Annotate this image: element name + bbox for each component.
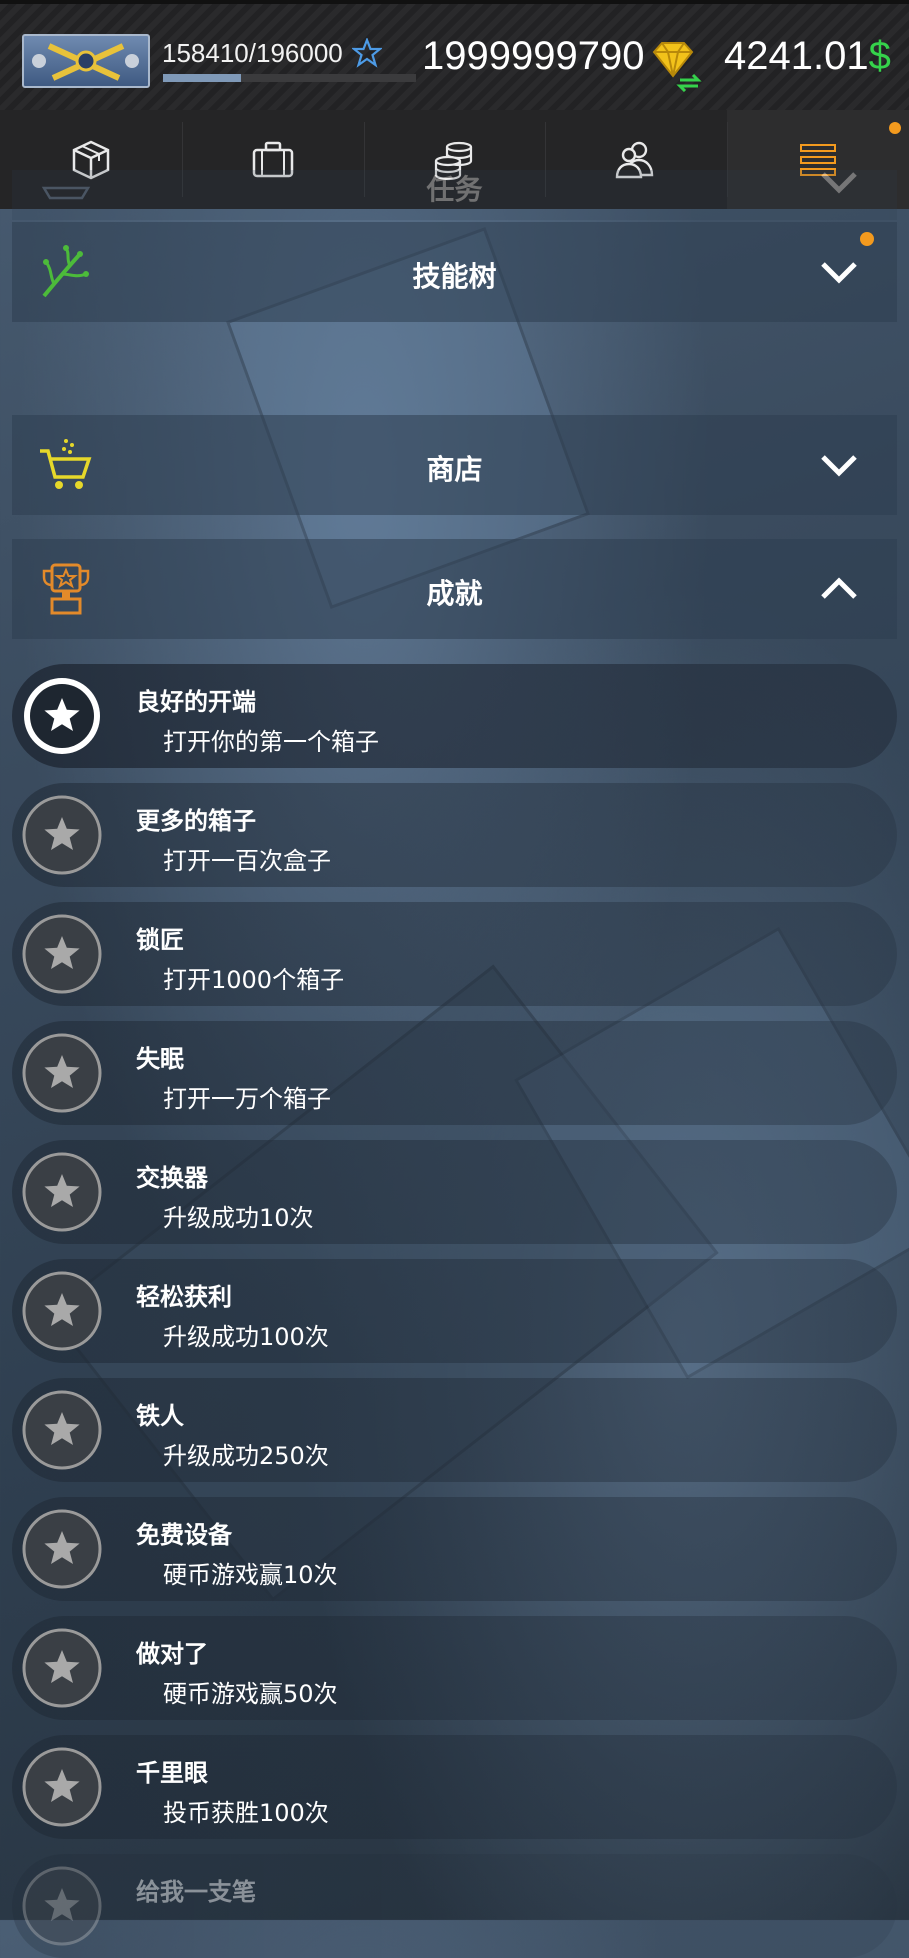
achievement-description: 打开1000个箱子 bbox=[163, 966, 345, 994]
status-bar: 158410/196000 1999999790 4241.01$ bbox=[0, 0, 909, 116]
achievement-title: 铁人 bbox=[136, 1402, 184, 1430]
star-badge-icon bbox=[22, 795, 102, 875]
diamond-balance: 1999999790 bbox=[422, 34, 645, 78]
star-badge-icon bbox=[22, 1390, 102, 1470]
chevron-down-icon bbox=[821, 172, 857, 194]
achievement-title: 轻松获利 bbox=[136, 1283, 232, 1311]
achievement-title: 失眠 bbox=[136, 1045, 184, 1073]
star-icon bbox=[352, 38, 382, 68]
achievement-description: 硬币游戏赢10次 bbox=[163, 1561, 338, 1589]
achievement-title: 给我一支笔 bbox=[136, 1878, 256, 1906]
chevron-down-icon bbox=[821, 262, 857, 284]
star-badge-icon bbox=[22, 1033, 102, 1113]
dollar-icon: $ bbox=[868, 34, 891, 78]
achievement-description: 投币获胜100次 bbox=[163, 1799, 329, 1827]
section-skill-tree[interactable]: 技能树 bbox=[12, 222, 897, 322]
achievement-row[interactable]: 轻松获利升级成功100次 bbox=[12, 1259, 897, 1363]
achievement-title: 锁匠 bbox=[136, 926, 184, 954]
achievement-row[interactable]: 铁人升级成功250次 bbox=[12, 1378, 897, 1482]
achievement-row[interactable]: 锁匠打开1000个箱子 bbox=[12, 902, 897, 1006]
achievement-title: 千里眼 bbox=[136, 1759, 208, 1787]
achievement-title: 免费设备 bbox=[136, 1521, 232, 1549]
notification-dot bbox=[888, 122, 901, 134]
achievement-description: 打开你的第一个箱子 bbox=[163, 728, 379, 756]
achievement-row[interactable]: 更多的箱子打开一百次盒子 bbox=[12, 783, 897, 887]
achievement-row[interactable]: 交换器升级成功10次 bbox=[12, 1140, 897, 1244]
chevron-up-icon bbox=[821, 577, 857, 599]
star-badge-icon bbox=[22, 1747, 102, 1827]
section-missions[interactable]: 任务 bbox=[12, 170, 897, 220]
achievement-row[interactable]: 做对了硬币游戏赢50次 bbox=[12, 1616, 897, 1720]
achievement-title: 良好的开端 bbox=[136, 688, 256, 716]
achievement-description: 升级成功10次 bbox=[163, 1204, 314, 1232]
achievement-title: 做对了 bbox=[136, 1640, 208, 1668]
star-badge-icon bbox=[24, 678, 100, 754]
star-badge-icon bbox=[22, 1628, 102, 1708]
achievement-description: 硬币游戏赢50次 bbox=[163, 1680, 338, 1708]
star-badge-icon bbox=[22, 1866, 102, 1946]
cash-balance: 4241.01$ bbox=[724, 34, 891, 79]
achievement-description: 打开一万个箱子 bbox=[163, 1085, 331, 1113]
section-achievements[interactable]: 成就 bbox=[12, 539, 897, 639]
star-badge-icon bbox=[22, 1509, 102, 1589]
diamond-exchange-icon[interactable] bbox=[646, 40, 704, 92]
section-shop[interactable]: 商店 bbox=[12, 415, 897, 515]
section-title: 成就 bbox=[426, 577, 483, 610]
achievement-title: 交换器 bbox=[136, 1164, 208, 1192]
achievement-description: 升级成功100次 bbox=[163, 1323, 329, 1351]
xp-progress-fill bbox=[163, 74, 242, 82]
section-title: 任务 bbox=[426, 173, 483, 206]
xp-progress-bar bbox=[163, 74, 416, 82]
achievement-row[interactable]: 失眠打开一万个箱子 bbox=[12, 1021, 897, 1125]
achievement-row[interactable]: 千里眼投币获胜100次 bbox=[12, 1735, 897, 1839]
cash-amount: 4241.01 bbox=[724, 34, 869, 78]
section-title: 技能树 bbox=[412, 260, 497, 293]
section-title: 商店 bbox=[426, 453, 483, 486]
rank-badge[interactable] bbox=[22, 34, 150, 88]
achievement-description: 升级成功250次 bbox=[163, 1442, 329, 1470]
star-badge-icon bbox=[22, 914, 102, 994]
achievement-description: 打开一百次盒子 bbox=[163, 847, 331, 875]
achievement-row[interactable]: 良好的开端打开你的第一个箱子 bbox=[12, 664, 897, 768]
achievement-row[interactable]: 免费设备硬币游戏赢10次 bbox=[12, 1497, 897, 1601]
crossed-rifles-icon bbox=[32, 43, 139, 81]
achievement-row[interactable]: 给我一支笔 bbox=[12, 1854, 897, 1958]
achievement-title: 更多的箱子 bbox=[136, 807, 256, 835]
chevron-down-icon bbox=[821, 455, 857, 477]
notification-dot bbox=[860, 232, 874, 246]
star-badge-icon bbox=[22, 1271, 102, 1351]
xp-counter: 158410/196000 bbox=[162, 38, 343, 68]
star-badge-icon bbox=[22, 1152, 102, 1232]
